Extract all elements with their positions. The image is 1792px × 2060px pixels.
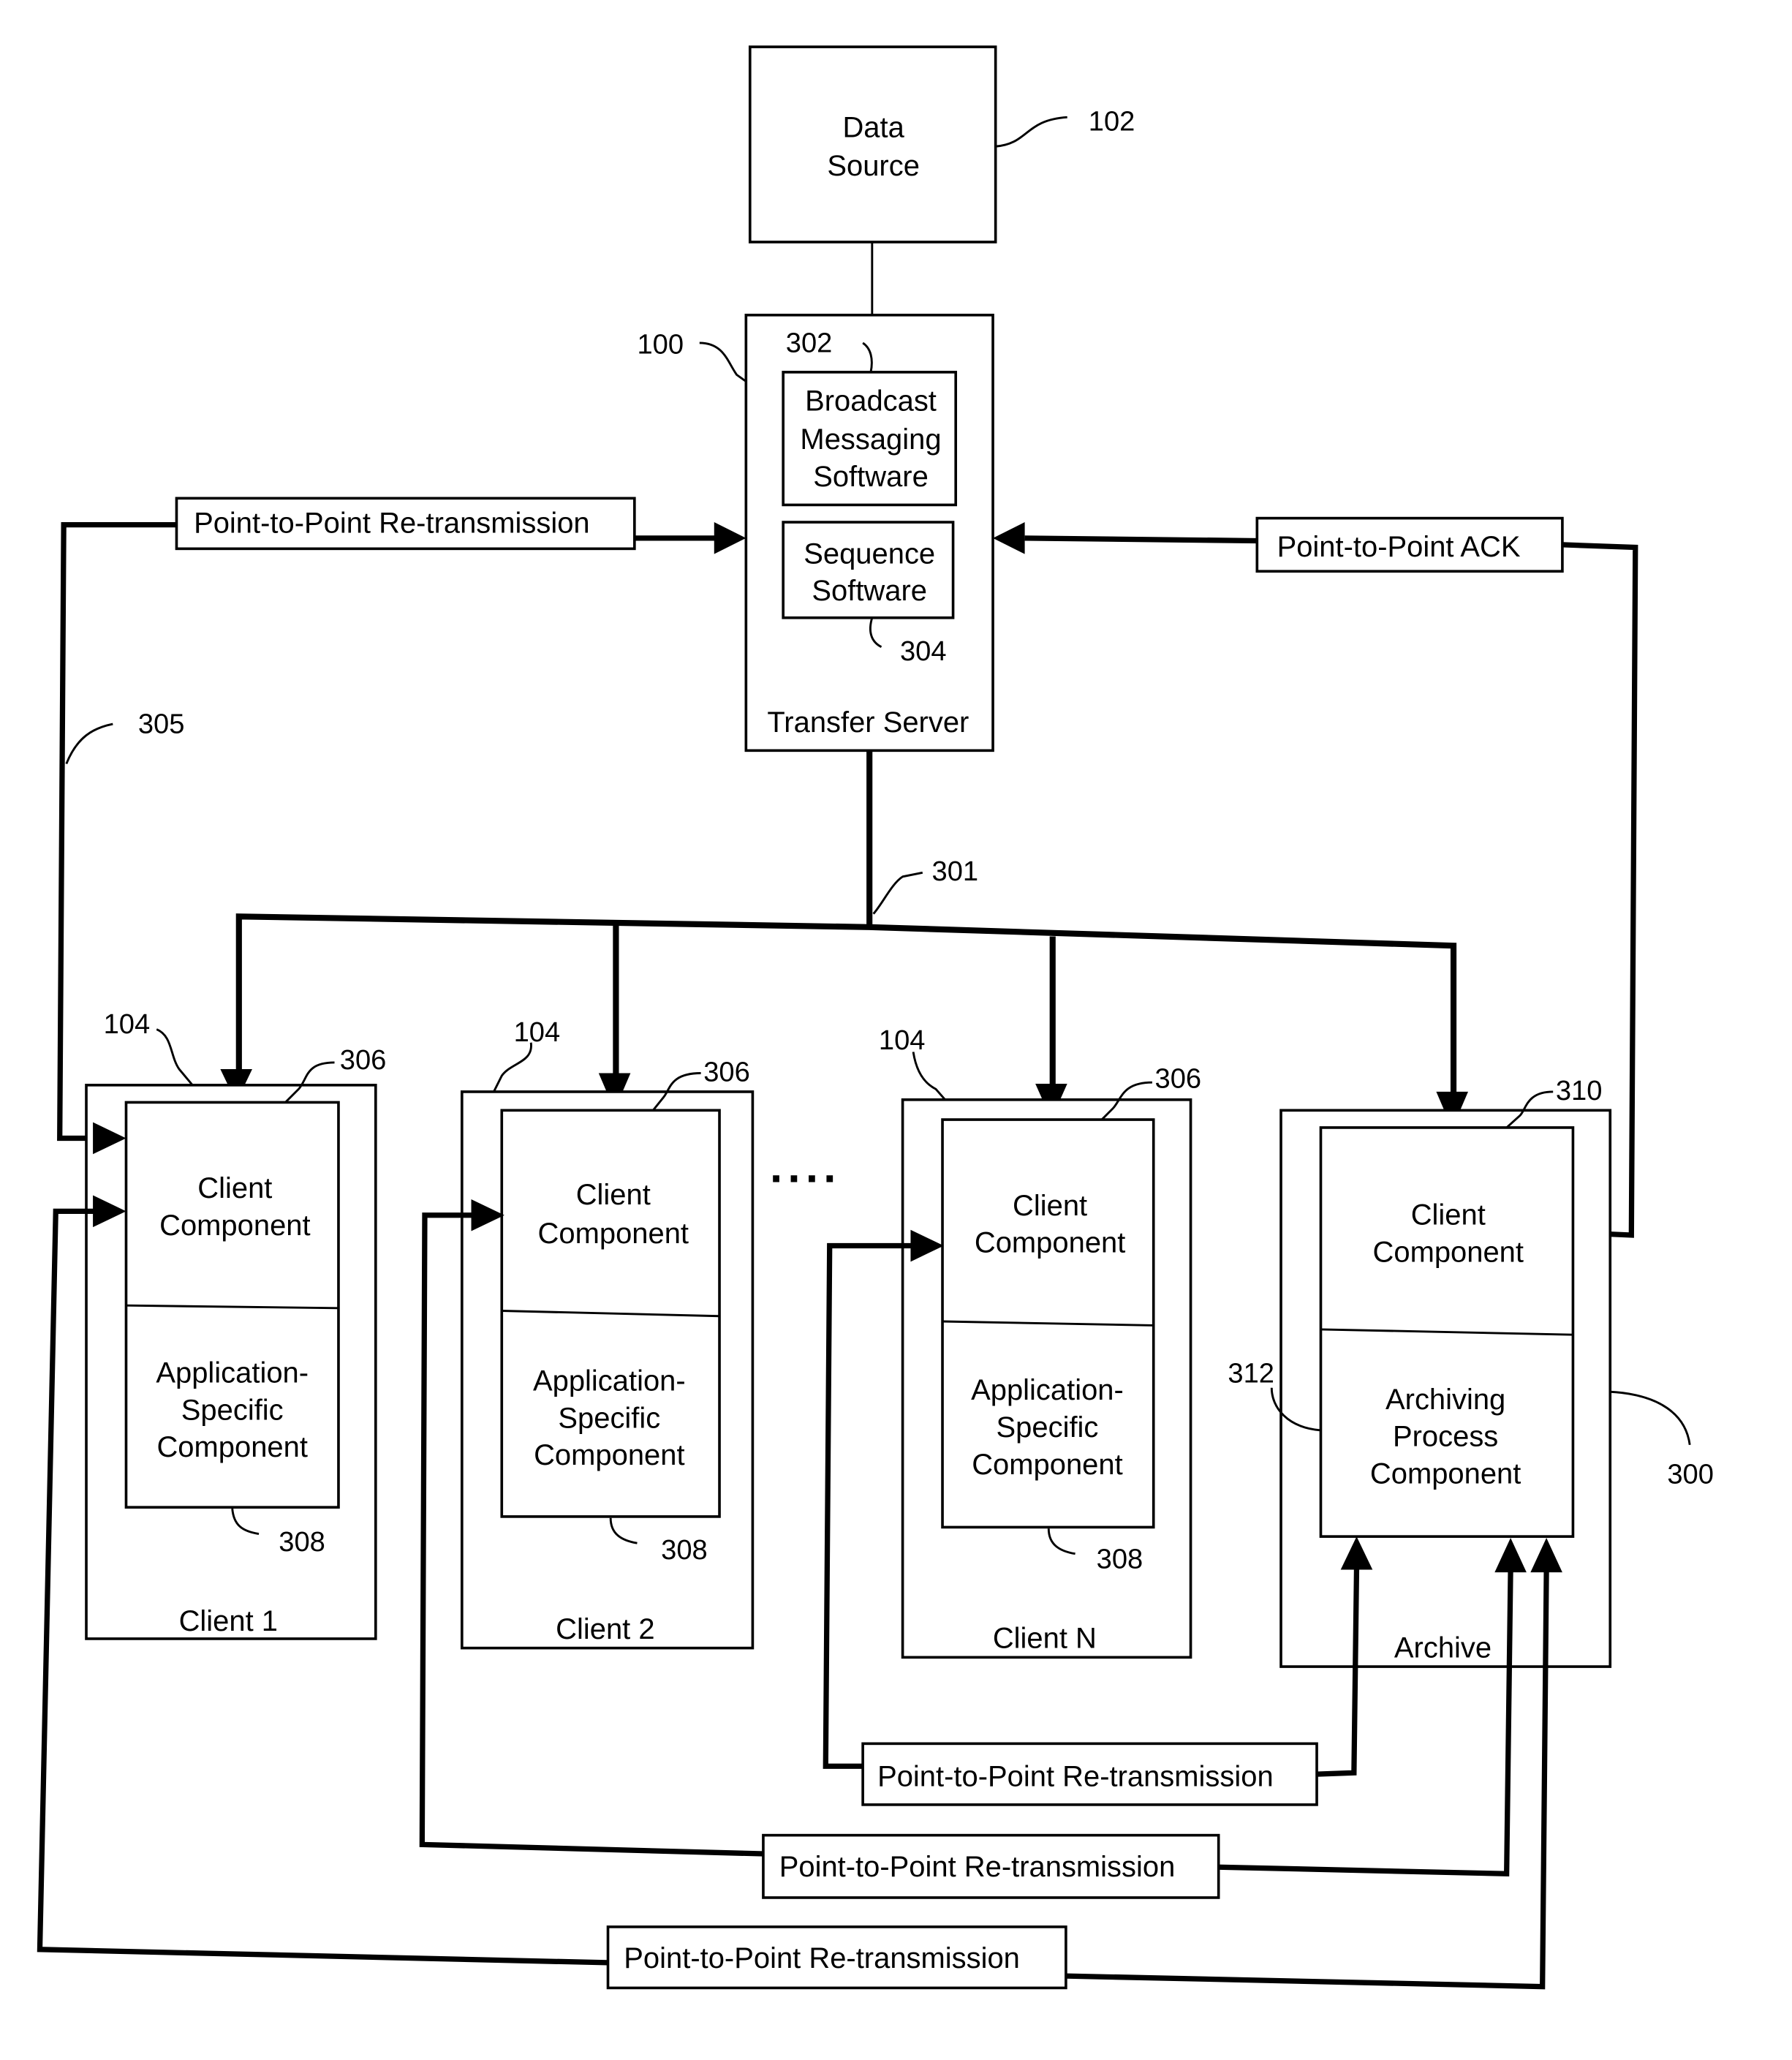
client-1: Client Component Application- Specific C… <box>85 1008 387 1640</box>
client-1-cc-line1: Client <box>197 1172 272 1204</box>
client-n-cc-line2: Component <box>975 1227 1125 1259</box>
ref-leader-300 <box>1610 1390 1691 1446</box>
ellipsis-more-clients: .... <box>770 1142 842 1192</box>
ref-leader-305 <box>65 722 113 765</box>
ref-308-cn: 308 <box>1097 1544 1143 1575</box>
ref-104-c2: 104 <box>514 1016 561 1048</box>
ref-305: 305 <box>138 709 185 740</box>
system-diagram: Data Source 102 Transfer Server 100 Broa… <box>37 45 1714 1990</box>
ref-310: 310 <box>1556 1075 1603 1106</box>
archive-name: Archive <box>1394 1631 1492 1664</box>
archive-cc-line2: Component <box>1373 1236 1524 1268</box>
ref-300: 300 <box>1667 1459 1714 1490</box>
retrans-2-label: Point-to-Point Re-transmission <box>779 1851 1176 1883</box>
archive-ap-line2: Process <box>1393 1421 1498 1453</box>
ref-100: 100 <box>637 328 684 360</box>
data-source-label-line2: Source <box>827 150 920 182</box>
broadcast-label-line1: Broadcast <box>805 385 937 418</box>
retrans-n-label: Point-to-Point Re-transmission <box>877 1760 1274 1792</box>
client-2-app-line2: Specific <box>558 1402 660 1434</box>
client-1-app-line1: Application- <box>156 1357 309 1389</box>
data-source-label-line1: Data <box>842 112 904 144</box>
broadcast-bus: 301 <box>220 750 1469 1129</box>
archive-cc-line1: Client <box>1411 1199 1486 1231</box>
client-n-app-line1: Application- <box>971 1374 1124 1406</box>
client-2: Client Component Application- Specific C… <box>460 1016 755 1650</box>
transfer-server-label: Transfer Server <box>767 706 969 739</box>
data-source-box <box>748 45 997 244</box>
ref-leader-104-cn <box>912 1052 946 1101</box>
ref-102: 102 <box>1089 105 1135 137</box>
client-2-name: Client 2 <box>556 1613 654 1645</box>
retrans-top-label: Point-to-Point Re-transmission <box>194 508 590 540</box>
ack-label: Point-to-Point ACK <box>1277 531 1521 563</box>
ref-leader-104-c1 <box>156 1028 194 1086</box>
archive-ap-line3: Component <box>1370 1458 1521 1490</box>
ref-306-c2: 306 <box>703 1056 750 1087</box>
ref-leader-100 <box>699 342 747 382</box>
client-1-app-line3: Component <box>156 1431 307 1463</box>
client-2-cc-line1: Client <box>576 1179 651 1211</box>
client-n-app-line2: Specific <box>997 1411 1099 1444</box>
loop-n-left <box>823 1242 914 1769</box>
client-2-app-line1: Application- <box>533 1365 686 1397</box>
retrans-top-line-left <box>57 522 177 1142</box>
broadcast-label-line2: Messaging <box>800 423 941 456</box>
ref-304: 304 <box>900 635 947 667</box>
bus-line <box>235 913 1457 1098</box>
archive-ap-line1: Archiving <box>1385 1384 1505 1416</box>
client-n-cc-line1: Client <box>1013 1190 1087 1222</box>
broadcast-label-line3: Software <box>813 461 929 493</box>
ref-308-c2: 308 <box>661 1534 708 1566</box>
ref-312: 312 <box>1228 1358 1274 1389</box>
ref-leader-104-c2 <box>493 1042 532 1093</box>
client-1-app-line2: Specific <box>181 1394 284 1426</box>
ref-306-cn: 306 <box>1155 1063 1202 1094</box>
client-2-app-line3: Component <box>534 1439 684 1471</box>
data-source-node: Data Source 102 <box>748 45 1135 244</box>
ref-leader-102 <box>995 116 1067 148</box>
client-1-name: Client 1 <box>179 1605 278 1637</box>
retransmission-path-top: Point-to-Point Re-transmission 305 <box>57 497 746 1142</box>
client-2-cc-line2: Component <box>538 1218 689 1250</box>
ref-302: 302 <box>786 328 833 359</box>
sequence-label-line1: Sequence <box>804 537 935 570</box>
ref-104-cn: 104 <box>879 1025 926 1056</box>
ref-308-c1: 308 <box>279 1526 325 1558</box>
ack-line-left <box>1024 535 1258 544</box>
sequence-label-line2: Software <box>812 575 927 607</box>
client-n-name: Client N <box>993 1623 1097 1655</box>
client-n: Client Component Application- Specific C… <box>879 1025 1202 1659</box>
archive: Client Component Archiving Process Compo… <box>1228 1075 1714 1668</box>
ref-104-c1: 104 <box>104 1008 151 1040</box>
arrow-into-server-left <box>714 522 746 554</box>
ref-301: 301 <box>932 856 979 887</box>
transfer-server-node: Transfer Server 100 Broadcast Messaging … <box>637 314 994 752</box>
client-1-cc-line2: Component <box>159 1210 310 1242</box>
arrow-into-server-right <box>993 522 1025 554</box>
ref-leader-301 <box>872 871 923 915</box>
retrans-1-label: Point-to-Point Re-transmission <box>624 1942 1020 1974</box>
ref-306-c1: 306 <box>340 1044 387 1076</box>
client-n-app-line3: Component <box>972 1449 1122 1481</box>
